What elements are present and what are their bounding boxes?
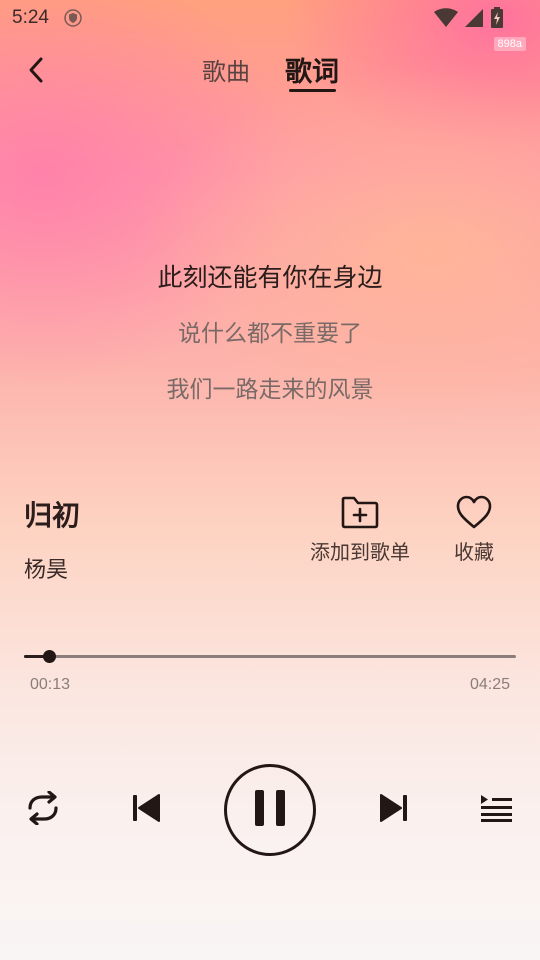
- add-to-playlist-label: 添加到歌单: [310, 540, 410, 564]
- tab-active-indicator: [289, 89, 336, 92]
- tab-lyrics[interactable]: 歌词: [285, 50, 339, 89]
- favorite-label: 收藏: [454, 540, 494, 564]
- playlist-button[interactable]: [476, 790, 516, 830]
- tab-song[interactable]: 歌曲: [202, 52, 250, 87]
- total-time: 04:25: [469, 676, 510, 693]
- pause-icon: [253, 789, 287, 831]
- status-icons: [434, 7, 504, 33]
- lyric-line: 我们一路走来的风景: [166, 377, 374, 403]
- tab-bar: 歌曲 歌词: [0, 52, 540, 96]
- battery-charging-icon: [490, 7, 504, 33]
- status-bar: 5:24: [0, 0, 540, 36]
- previous-icon: [130, 792, 162, 828]
- progress-slider[interactable]: [24, 648, 516, 666]
- signal-icon: [464, 8, 484, 32]
- add-to-playlist-button[interactable]: 添加到歌单: [308, 494, 412, 565]
- folder-add-icon: [340, 494, 380, 530]
- lyric-line: 说什么都不重要了: [178, 321, 362, 347]
- playlist-icon: [479, 793, 513, 827]
- previous-button[interactable]: [126, 790, 166, 830]
- debug-badge: 898a: [493, 37, 526, 51]
- lyric-line-current: 此刻还能有你在身边: [157, 263, 383, 292]
- lyrics-panel[interactable]: 此刻还能有你在身边 说什么都不重要了 我们一路走来的风景: [0, 258, 540, 426]
- shield-icon: [64, 9, 82, 27]
- heart-icon: [455, 494, 493, 530]
- repeat-icon: [22, 790, 64, 829]
- next-icon: [378, 792, 410, 828]
- progress-thumb[interactable]: [43, 650, 56, 663]
- wifi-icon: [434, 8, 458, 32]
- status-time: 5:24: [12, 7, 49, 28]
- elapsed-time: 00:13: [30, 676, 71, 693]
- song-artist[interactable]: 杨昊: [24, 552, 68, 584]
- song-title: 归初: [24, 499, 81, 532]
- repeat-button[interactable]: [20, 788, 66, 832]
- progress-track: [24, 655, 516, 658]
- pause-button[interactable]: [224, 764, 316, 856]
- next-button[interactable]: [374, 790, 414, 830]
- favorite-button[interactable]: 收藏: [452, 494, 496, 565]
